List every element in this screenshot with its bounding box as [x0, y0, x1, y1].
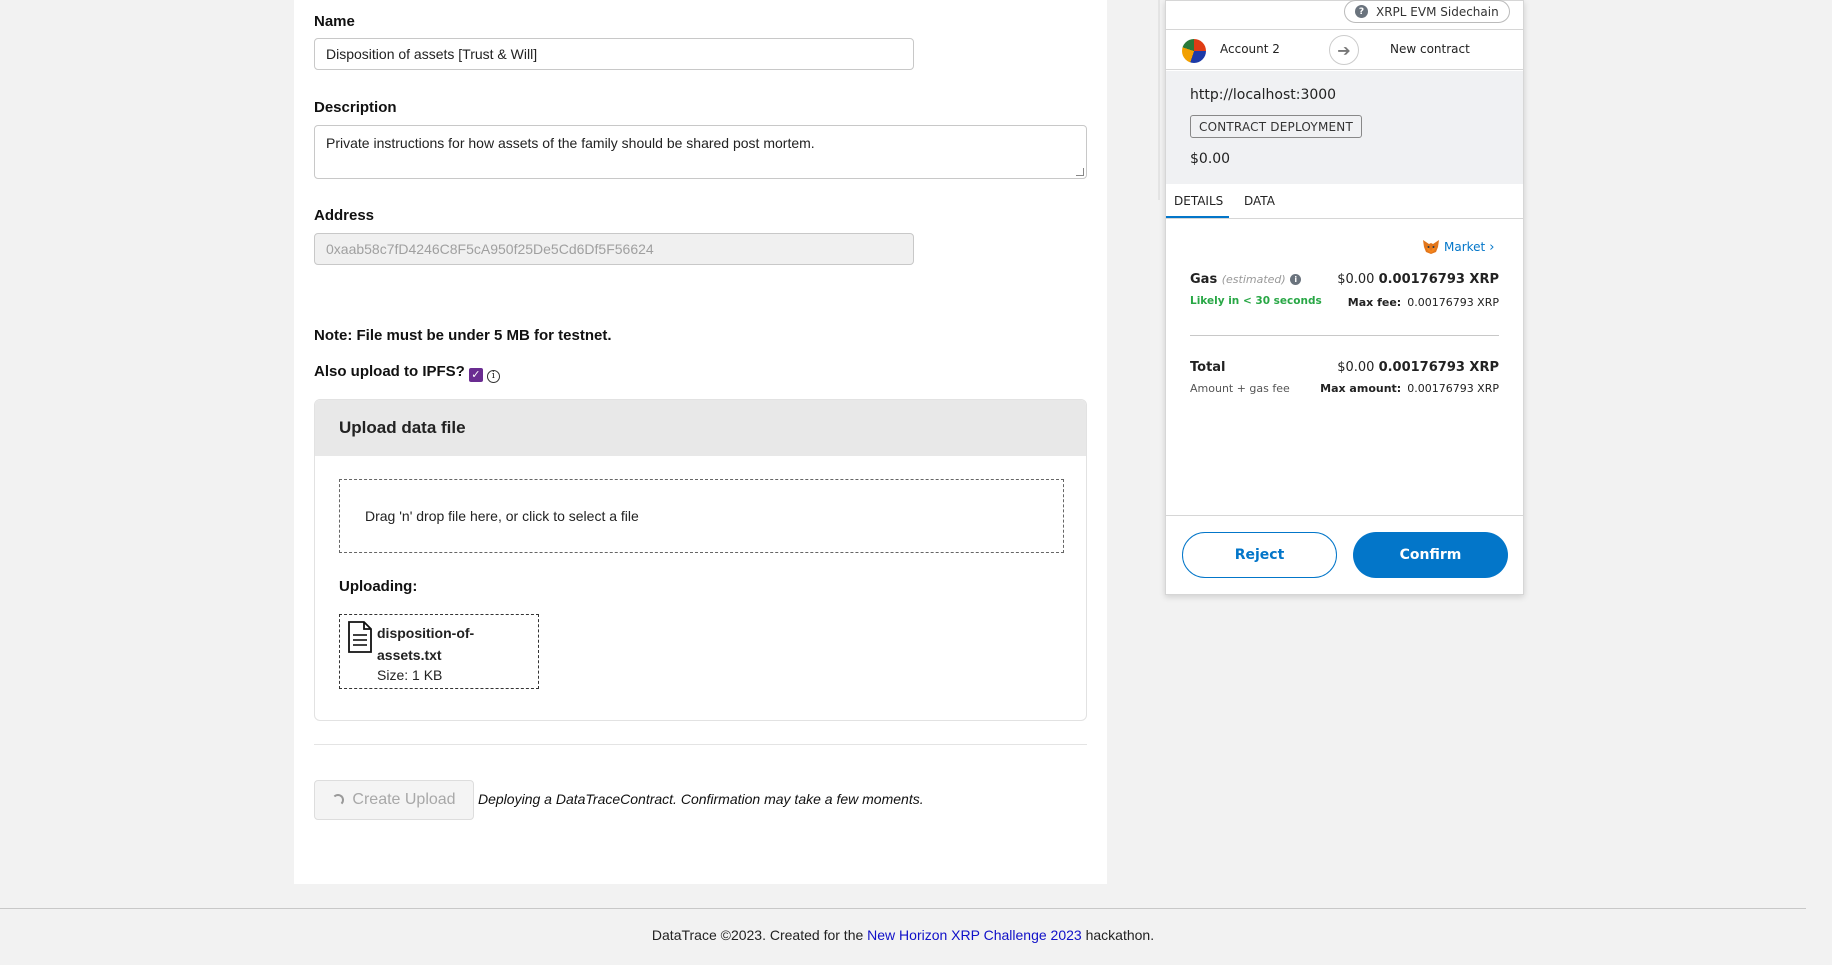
loading-spinner-icon: [332, 794, 345, 806]
account-name[interactable]: Account 2: [1220, 42, 1280, 56]
address-input: 0xaab58c7fD4246C8F5cA950f25De5Cd6Df5F566…: [314, 233, 914, 265]
upload-form-card: Name Disposition of assets [Trust & Will…: [294, 0, 1107, 884]
max-fee: Max fee: 0.00176793 XRP: [1348, 296, 1499, 309]
upload-panel-title: Upload data file: [315, 400, 1086, 456]
uploading-label: Uploading:: [339, 578, 418, 595]
tab-details[interactable]: DETAILS: [1174, 194, 1223, 208]
name-input[interactable]: Disposition of assets [Trust & Will]: [314, 38, 914, 70]
origin-url: http://localhost:3000: [1190, 87, 1337, 103]
market-gas-option[interactable]: Market ›: [1422, 239, 1494, 255]
deploy-status-message: Deploying a DataTraceContract. Confirmat…: [478, 791, 924, 807]
description-label: Description: [314, 99, 397, 116]
account-avatar: [1182, 39, 1206, 63]
wallet-tabs: DETAILS DATA: [1166, 184, 1523, 219]
file-size: Size: 1 KB: [377, 667, 443, 683]
fee-divider: [1190, 335, 1499, 336]
resize-handle-icon[interactable]: [1076, 168, 1084, 176]
wallet-footer-divider: [1166, 515, 1523, 516]
ipfs-checkbox[interactable]: ✓: [468, 367, 483, 382]
network-selector[interactable]: ? XRPL EVM Sidechain: [1344, 0, 1510, 23]
market-label: Market: [1444, 240, 1486, 254]
arrow-right-icon: ➔: [1329, 35, 1359, 65]
max-fee-value: 0.00176793 XRP: [1407, 296, 1499, 309]
total-fiat: $0.00: [1337, 360, 1375, 375]
reject-button[interactable]: Reject: [1182, 532, 1337, 578]
footer-challenge-link[interactable]: New Horizon XRP Challenge 2023: [867, 927, 1082, 943]
account-row: Account 2 ➔ New contract: [1166, 29, 1523, 70]
total-crypto: 0.00176793 XRP: [1378, 360, 1499, 375]
description-textarea[interactable]: Private instructions for how assets of t…: [314, 125, 1087, 179]
confirm-button[interactable]: Confirm: [1353, 532, 1508, 578]
origin-box: http://localhost:3000 CONTRACT DEPLOYMEN…: [1166, 71, 1523, 184]
ipfs-label: Also upload to IPFS?: [314, 363, 465, 380]
gas-label-row: Gas (estimated) i: [1190, 272, 1302, 287]
description-text: Private instructions for how assets of t…: [326, 135, 815, 151]
info-icon[interactable]: i: [486, 369, 500, 383]
file-dropzone[interactable]: Drag 'n' drop file here, or click to sel…: [339, 479, 1064, 553]
tab-data[interactable]: DATA: [1244, 194, 1275, 208]
destination-label: New contract: [1390, 42, 1470, 56]
wallet-confirmation-popup: ? XRPL EVM Sidechain Account 2 ➔ New con…: [1165, 0, 1524, 595]
file-size-note: Note: File must be under 5 MB for testne…: [314, 327, 612, 344]
max-amount: Max amount: 0.00176793 XRP: [1320, 382, 1499, 395]
active-tab-indicator: [1166, 216, 1229, 218]
network-question-icon: ?: [1355, 5, 1368, 18]
transaction-amount: $0.00: [1190, 151, 1231, 167]
metamask-fox-icon: [1423, 240, 1439, 254]
gas-fiat: $0.00: [1337, 272, 1375, 287]
gas-crypto: 0.00176793 XRP: [1378, 272, 1499, 287]
chevron-right-icon: ›: [1489, 239, 1495, 255]
page-footer: DataTrace ©2023. Created for the New Hor…: [0, 927, 1806, 943]
total-amount: $0.00 0.00176793 XRP: [1337, 360, 1499, 375]
gas-label: Gas: [1190, 272, 1218, 287]
network-name: XRPL EVM Sidechain: [1376, 4, 1499, 19]
gas-time-estimate: Likely in < 30 seconds: [1190, 295, 1322, 307]
gas-estimated-label: (estimated): [1221, 273, 1286, 286]
max-fee-label: Max fee:: [1347, 296, 1402, 309]
create-upload-button[interactable]: Create Upload: [314, 780, 474, 820]
file-name: disposition-of-assets.txt: [377, 625, 475, 663]
footer-suffix: hackathon.: [1081, 927, 1155, 943]
total-sublabel: Amount + gas fee: [1190, 382, 1290, 395]
upload-panel: Upload data file Drag 'n' drop file here…: [314, 399, 1087, 721]
uploaded-file-tile: disposition-of-assets.txt Size: 1 KB: [339, 614, 539, 689]
gas-amount: $0.00 0.00176793 XRP: [1337, 272, 1499, 287]
footer-prefix: DataTrace ©2023. Created for the: [651, 927, 868, 943]
name-label: Name: [314, 13, 355, 30]
wallet-shadow-edge: [1158, 0, 1160, 200]
contract-deployment-badge: CONTRACT DEPLOYMENT: [1190, 115, 1362, 138]
gas-info-icon[interactable]: i: [1290, 274, 1302, 285]
address-label: Address: [314, 207, 375, 224]
max-amount-value: 0.00176793 XRP: [1407, 382, 1499, 395]
ipfs-option: Also upload to IPFS? ✓ i: [314, 363, 500, 383]
section-divider: [314, 744, 1087, 745]
footer-divider: [0, 908, 1806, 909]
create-upload-label: Create Upload: [352, 791, 456, 808]
max-amount-label: Max amount:: [1320, 382, 1402, 395]
document-icon: [348, 621, 372, 653]
total-label: Total: [1190, 360, 1226, 375]
